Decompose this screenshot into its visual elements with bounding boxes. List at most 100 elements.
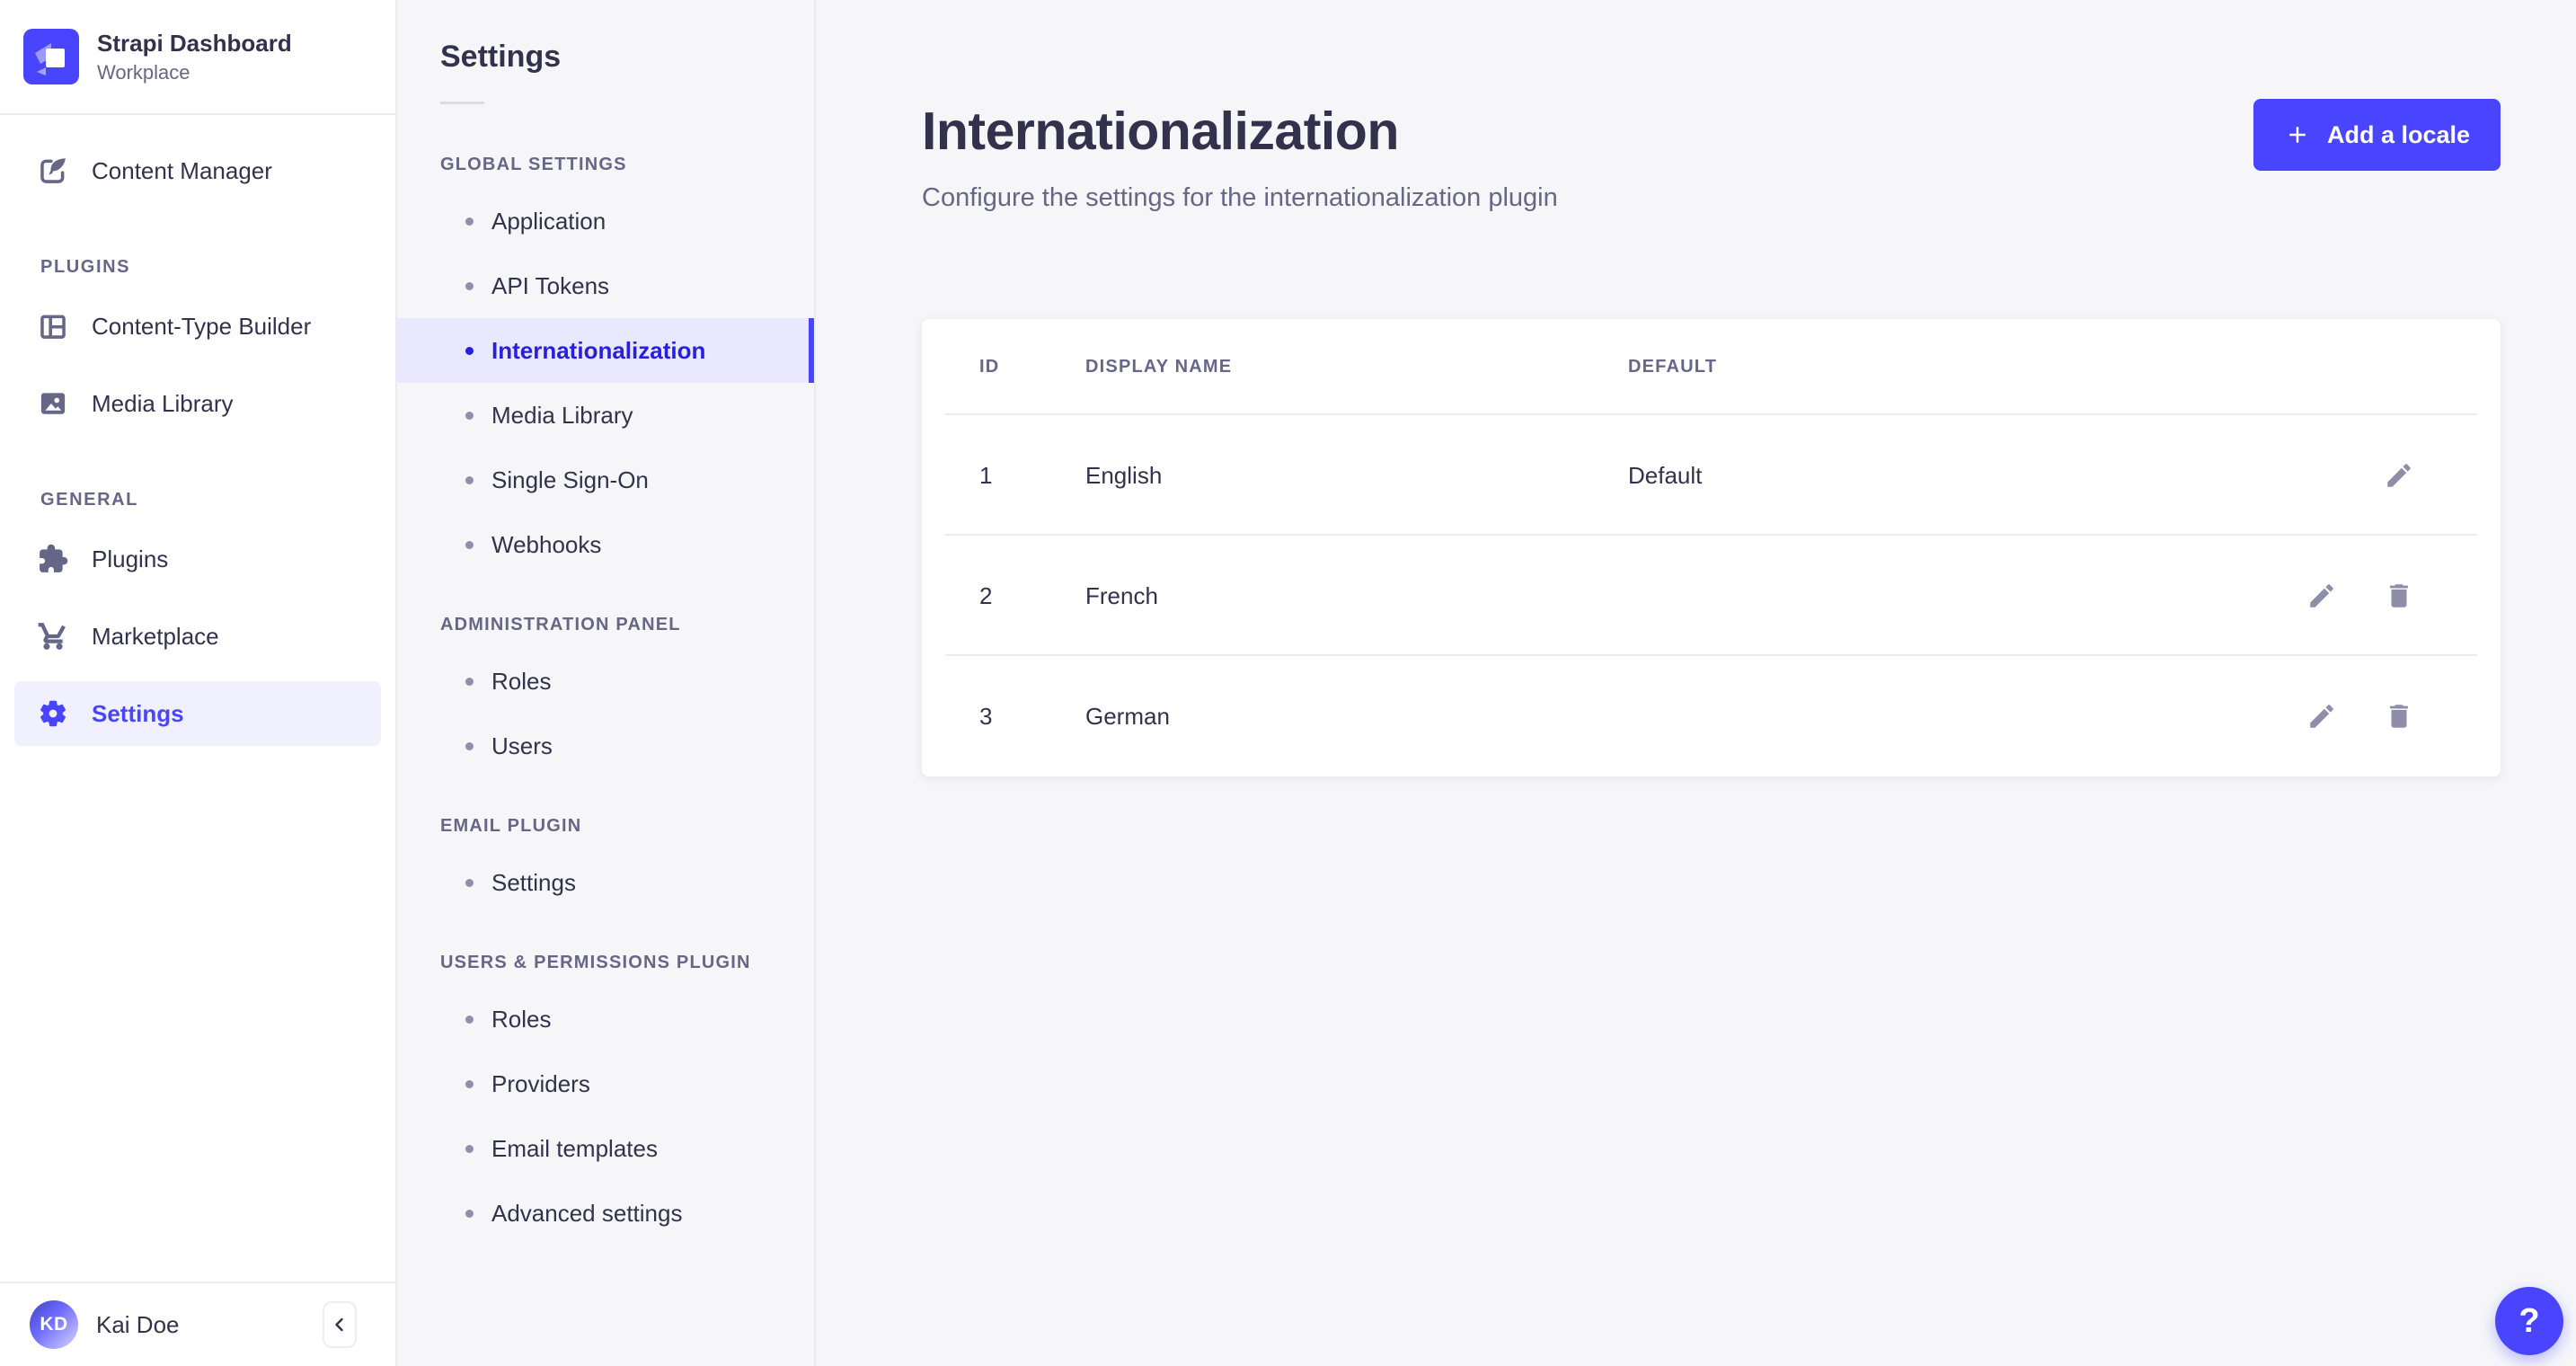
subnav-item-single-sign-on[interactable]: Single Sign-On (397, 448, 814, 512)
help-button[interactable]: ? (2495, 1287, 2563, 1355)
cell-display-name: English (1085, 461, 1163, 489)
bullet-icon (465, 741, 474, 750)
subnav-item-label: Roles (491, 1005, 552, 1033)
subnav-item-advanced-settings[interactable]: Advanced settings (397, 1181, 814, 1246)
subnav-item-label: Internationalization (491, 336, 706, 364)
table-row: 1 English Default (922, 415, 2501, 536)
bullet-icon (465, 540, 474, 549)
subnav-item-webhooks[interactable]: Webhooks (397, 512, 814, 577)
row-actions (2306, 581, 2414, 611)
sidebar-item-media-library[interactable]: Media Library (14, 371, 381, 436)
cell-default: Default (1628, 461, 1703, 489)
cell-id: 2 (979, 581, 993, 609)
layout-icon (40, 315, 66, 339)
subnav-item-providers[interactable]: Providers (397, 1051, 814, 1116)
bullet-icon (465, 677, 474, 686)
subnav-item-label: Users (491, 732, 553, 759)
subnav-item-email-settings[interactable]: Settings (397, 850, 814, 915)
table-header-row: ID DISPLAY NAME DEFAULT (922, 319, 2501, 415)
subnav-item-label: Single Sign-On (491, 466, 649, 493)
user-name: Kai Doe (96, 1310, 180, 1338)
bullet-icon (465, 475, 474, 484)
trash-icon (2390, 705, 2408, 728)
bullet-icon (465, 411, 474, 420)
column-header-default: DEFAULT (1628, 357, 1718, 377)
sidebar-item-content-manager[interactable]: Content Manager (14, 138, 381, 203)
sidebar-item-label: Marketplace (92, 622, 219, 650)
subnav-item-label: Application (491, 207, 606, 235)
column-header-id: ID (979, 357, 1000, 377)
sidebar-item-label: Content Manager (92, 156, 272, 184)
bullet-icon (465, 1015, 474, 1024)
sidebar-item-label: Settings (92, 699, 184, 727)
locales-table: ID DISPLAY NAME DEFAULT 1 English Defaul… (922, 319, 2501, 776)
sidebar-section-plugins: PLUGINS (40, 257, 131, 277)
subnav-item-internationalization[interactable]: Internationalization (397, 318, 814, 383)
page-subtitle: Configure the settings for the internati… (922, 183, 1558, 212)
subnav-item-label: Roles (491, 667, 552, 695)
subnav-item-api-tokens[interactable]: API Tokens (397, 253, 814, 318)
subnav-item-application[interactable]: Application (397, 189, 814, 253)
edit-locale-button[interactable] (2306, 701, 2337, 732)
plus-icon (2289, 127, 2306, 143)
bullet-icon (465, 1209, 474, 1218)
strapi-logo (23, 29, 79, 84)
question-mark-icon: ? (2518, 1301, 2540, 1340)
pencil-icon (2387, 464, 2411, 487)
cell-id: 3 (979, 702, 993, 730)
image-icon (40, 393, 66, 414)
pencil-icon (2310, 584, 2333, 608)
sidebar-footer: KD Kai Doe (0, 1282, 395, 1366)
subnav-item-email-templates[interactable]: Email templates (397, 1116, 814, 1181)
delete-locale-button[interactable] (2384, 701, 2414, 732)
sidebar-item-plugins[interactable]: Plugins (14, 527, 381, 591)
add-locale-button-label: Add a locale (2326, 120, 2470, 148)
subnav-item-media-library[interactable]: Media Library (397, 383, 814, 448)
row-actions (2306, 701, 2414, 732)
bullet-icon (465, 1144, 474, 1153)
brand-subtitle: Workplace (97, 61, 190, 84)
edit-locale-button[interactable] (2306, 581, 2337, 611)
sidebar-item-marketplace[interactable]: Marketplace (14, 604, 381, 669)
subnav-title-divider (440, 102, 484, 104)
subnav-section-email-plugin: EMAIL PLUGIN (440, 816, 582, 836)
sidebar-section-general: GENERAL (40, 490, 138, 510)
bullet-icon (465, 217, 474, 226)
strapi-logo-icon (35, 43, 65, 75)
subnav-item-up-roles[interactable]: Roles (397, 987, 814, 1051)
sidebar-item-label: Content-Type Builder (92, 312, 312, 340)
collapse-sidebar-button[interactable] (323, 1301, 357, 1348)
subnav-item-label: Email templates (491, 1134, 658, 1162)
subnav-item-label: Webhooks (491, 530, 602, 558)
cart-icon (38, 623, 66, 650)
delete-locale-button[interactable] (2384, 581, 2414, 611)
brand-text: Strapi Dashboard Workplace (97, 29, 292, 85)
sidebar-item-settings[interactable]: Settings (14, 681, 381, 746)
subnav-item-admin-roles[interactable]: Roles (397, 649, 814, 714)
gear-icon (40, 700, 66, 727)
pencil-icon (2310, 705, 2333, 728)
pen-feather-icon (40, 158, 66, 183)
subnav-item-admin-users[interactable]: Users (397, 714, 814, 778)
sidebar-item-content-type-builder[interactable]: Content-Type Builder (14, 294, 381, 359)
trash-icon (2390, 584, 2408, 608)
bullet-icon (465, 281, 474, 290)
table-row: 3 German (922, 656, 2501, 776)
cell-display-name: French (1085, 581, 1158, 609)
subnav-title: Settings (440, 40, 562, 74)
avatar: KD (30, 1300, 78, 1349)
subnav-item-label: API Tokens (491, 271, 610, 299)
puzzle-icon (40, 544, 68, 572)
subnav-section-global-settings: GLOBAL SETTINGS (440, 155, 627, 174)
workspace-brand[interactable]: Strapi Dashboard Workplace (0, 0, 395, 115)
edit-locale-button[interactable] (2384, 460, 2414, 491)
subnav-section-users-permissions-plugin: USERS & PERMISSIONS PLUGIN (440, 953, 751, 972)
subnav-item-label: Advanced settings (491, 1199, 683, 1227)
cell-display-name: German (1085, 702, 1170, 730)
subnav-item-label: Media Library (491, 401, 633, 429)
subnav-item-label: Providers (491, 1069, 590, 1097)
subnav-section-administration-panel: ADMINISTRATION PANEL (440, 615, 681, 634)
add-locale-button[interactable]: Add a locale (2253, 99, 2501, 171)
main-content: Internationalization Configure the setti… (816, 0, 2576, 1366)
sidebar-item-label: Media Library (92, 389, 234, 417)
